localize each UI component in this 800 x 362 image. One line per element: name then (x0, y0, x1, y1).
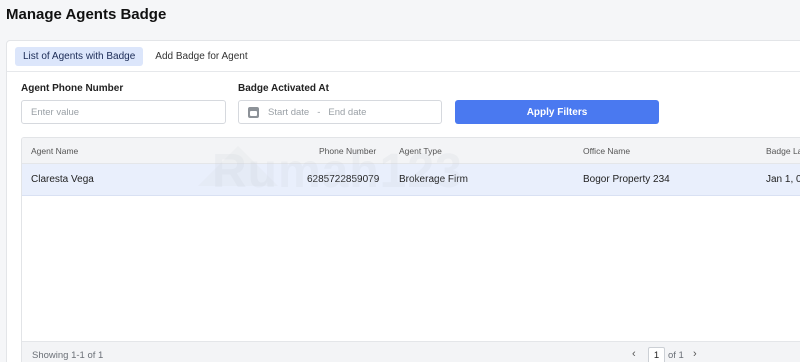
phone-filter-placeholder: Enter value (31, 106, 80, 118)
tab-add-badge[interactable]: Add Badge for Agent (147, 47, 255, 66)
page-total: of 1 (668, 350, 684, 361)
table-header: Agent Name Phone Number Agent Type Offic… (22, 138, 800, 164)
cell-badge-date: Jan 1, 0 (766, 174, 800, 185)
tab-list-agents[interactable]: List of Agents with Badge (15, 46, 144, 66)
badge-date-label: Badge Activated At (238, 83, 329, 94)
showing-count: Showing 1-1 of 1 (32, 350, 104, 361)
page-title: Manage Agents Badge (6, 6, 167, 23)
chevron-right-icon[interactable]: › (693, 348, 697, 360)
cell-office-name: Bogor Property 234 (583, 174, 670, 185)
cell-phone-number: 6285722859079 (307, 174, 380, 185)
cell-agent-name: Claresta Vega (31, 174, 94, 185)
table-row[interactable]: Claresta Vega 6285722859079 Brokerage Fi… (22, 164, 800, 196)
phone-filter-label: Agent Phone Number (21, 83, 124, 94)
table-footer: Showing 1-1 of 1 ‹ 1 of 1 › (22, 341, 800, 362)
column-header-agent-type[interactable]: Agent Type (399, 146, 442, 156)
end-date-placeholder: End date (328, 106, 367, 118)
content-card: List of Agents with Badge Add Badge for … (6, 40, 800, 362)
chevron-left-icon[interactable]: ‹ (632, 348, 636, 360)
date-separator: - (317, 106, 321, 118)
column-header-agent-name[interactable]: Agent Name (31, 146, 78, 156)
page-number-input[interactable]: 1 (648, 347, 665, 362)
column-header-office-name[interactable]: Office Name (583, 146, 630, 156)
badge-date-range-input[interactable]: Start date - End date (238, 100, 442, 124)
start-date-placeholder: Start date (268, 106, 310, 118)
agents-table: Agent Name Phone Number Agent Type Offic… (21, 137, 800, 362)
calendar-icon (248, 106, 259, 118)
column-header-badge-last[interactable]: Badge La (766, 146, 800, 156)
column-header-phone-number[interactable]: Phone Number (319, 146, 376, 156)
cell-agent-type: Brokerage Firm (399, 174, 468, 185)
phone-filter-input[interactable]: Enter value (21, 100, 226, 124)
apply-filters-button[interactable]: Apply Filters (455, 100, 659, 124)
tab-bar: List of Agents with Badge Add Badge for … (7, 41, 800, 72)
